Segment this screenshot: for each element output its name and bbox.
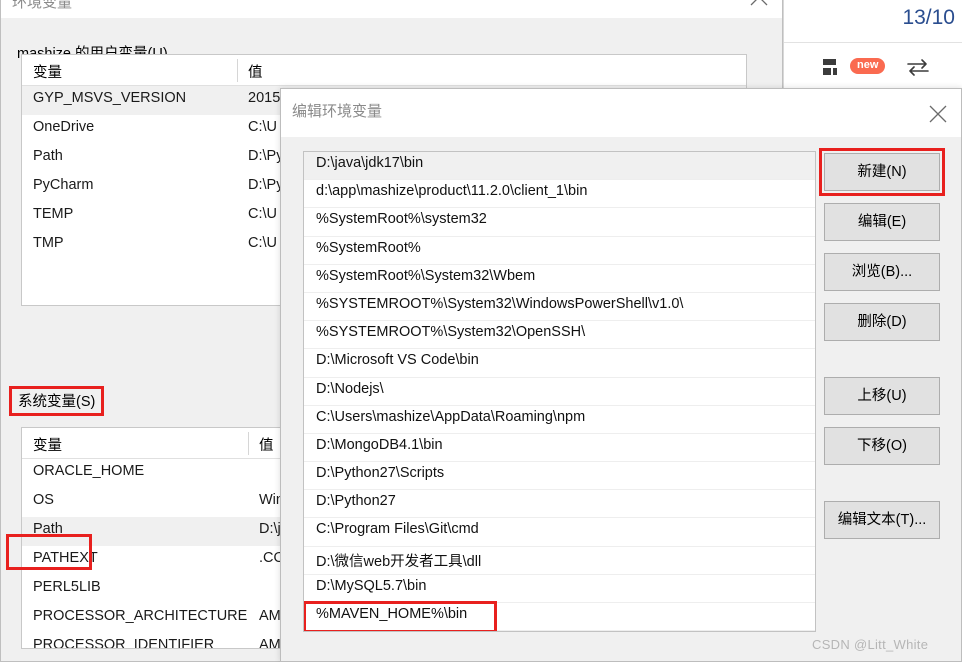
path-entry-text: %SystemRoot%\system32 — [316, 211, 487, 228]
edit-dialog-body: D:\java\jdk17\bin d:\app\mashize\product\… — [281, 137, 961, 661]
path-entries-list[interactable]: D:\java\jdk17\bin d:\app\mashize\product\… — [303, 151, 816, 632]
variable-name: PERL5LIB — [33, 579, 101, 595]
variable-value: D:\Py — [248, 177, 284, 193]
column-header-variable: 变量 — [33, 65, 62, 81]
screenshot-root: 13/10 new 环境变量 变量 值 GYP_MSVS_VERSION 201… — [0, 0, 962, 662]
path-entry-text: %SYSTEMROOT%\System32\OpenSSH\ — [316, 324, 586, 341]
variable-name: PROCESSOR_ARCHITECTURE — [33, 608, 248, 624]
path-entry-row[interactable]: D:\MongoDB4.1\bin — [304, 433, 815, 463]
path-entry-row[interactable]: D:\微信web开发者工具\dll — [304, 546, 815, 575]
swap-arrows-icon[interactable] — [906, 58, 930, 76]
variable-name: ORACLE_HOME — [33, 463, 145, 479]
column-header-value: 值 — [259, 438, 274, 454]
edit-text-button[interactable]: 编辑文本(T)... — [824, 501, 940, 539]
variable-name: PyCharm — [33, 177, 94, 193]
user-variables-table-header: 变量 值 — [22, 55, 746, 86]
env-dialog-titlebar: 环境变量 — [1, 0, 782, 18]
background-window: 13/10 new — [783, 0, 962, 100]
variable-name: PROCESSOR_IDENTIFIER — [33, 637, 215, 649]
env-dialog-title: 环境变量 — [12, 0, 73, 11]
path-entry-row[interactable]: %SYSTEMROOT%\System32\OpenSSH\ — [304, 321, 815, 350]
variable-value: C:\U — [248, 119, 277, 135]
path-entry-row[interactable]: %SystemRoot%\System32\Wbem — [304, 264, 815, 293]
column-header-variable: 变量 — [33, 438, 62, 454]
path-entry-text: D:\Microsoft VS Code\bin — [316, 352, 479, 369]
close-icon — [929, 105, 947, 123]
variable-name: OS — [33, 492, 54, 508]
delete-button[interactable]: 删除(D) — [824, 303, 940, 341]
path-entry-row[interactable]: D:\Nodejs\ — [304, 377, 815, 406]
edit-environment-variable-dialog: 编辑环境变量 D:\java\jdk17\bin d:\app\mashize\p… — [280, 88, 962, 662]
path-entry-text: D:\Python27 — [316, 493, 396, 510]
edit-button[interactable]: 编辑(E) — [824, 203, 940, 241]
new-badge: new — [850, 58, 886, 74]
path-entry-text: C:\Users\mashize\AppData\Roaming\npm — [316, 408, 586, 425]
page-counter: 13/10 — [902, 6, 955, 29]
path-entry-text: D:\java\jdk17\bin — [316, 155, 424, 171]
path-entry-text: D:\MongoDB4.1\bin — [316, 436, 443, 453]
edit-dialog-title: 编辑环境变量 — [292, 103, 383, 120]
variable-value: C:\U — [248, 235, 277, 251]
move-up-button[interactable]: 上移(U) — [824, 377, 940, 415]
path-entry-text: d:\app\mashize\product\11.2.0\client_1\b… — [316, 183, 588, 200]
path-entry-row[interactable]: %SystemRoot% — [304, 236, 815, 265]
browse-button[interactable]: 浏览(B)... — [824, 253, 940, 291]
edit-dialog-close-button[interactable] — [915, 89, 961, 133]
watermark: CSDN @Litt_White — [812, 637, 929, 652]
path-entry-row[interactable]: d:\app\mashize\product\11.2.0\client_1\b… — [304, 180, 815, 209]
variable-name: TEMP — [33, 206, 74, 222]
path-entry-row[interactable]: D:\Python27\Scripts — [304, 462, 815, 491]
variable-name: PATHEXT — [33, 550, 98, 566]
path-entry-row[interactable]: C:\Program Files\Git\cmd — [304, 518, 815, 547]
path-entry-row[interactable]: D:\Microsoft VS Code\bin — [304, 349, 815, 378]
path-entry-row[interactable]: C:\Users\mashize\AppData\Roaming\npm — [304, 405, 815, 434]
background-window-header: 13/10 — [784, 0, 962, 43]
variable-name: Path — [33, 521, 63, 537]
path-entry-text: D:\MySQL5.7\bin — [316, 577, 427, 594]
variable-name: Path — [33, 148, 63, 164]
variable-name: GYP_MSVS_VERSION — [33, 90, 187, 106]
path-entry-row[interactable]: %SYSTEMROOT%\System32\WindowsPowerShell\… — [304, 292, 815, 322]
path-entry-row[interactable]: %MAVEN_HOME%\bin — [304, 601, 815, 631]
column-header-value: 值 — [248, 65, 263, 81]
variable-name: TMP — [33, 235, 64, 251]
variable-name: OneDrive — [33, 119, 95, 135]
path-entry-text: C:\Program Files\Git\cmd — [316, 521, 479, 538]
path-entry-row[interactable] — [304, 631, 815, 632]
background-window-toolbar: new — [784, 44, 962, 90]
column-divider — [237, 59, 238, 82]
move-down-button[interactable]: 下移(O) — [824, 427, 940, 465]
path-entry-row[interactable]: D:\java\jdk17\bin — [304, 152, 815, 181]
path-entry-text: D:\Python27\Scripts — [316, 465, 445, 482]
column-divider — [248, 432, 249, 455]
layout-panels-icon[interactable] — [823, 58, 845, 76]
path-entry-row[interactable]: D:\MySQL5.7\bin — [304, 574, 815, 603]
system-variables-group-label: 系统变量(S) — [9, 386, 105, 416]
variable-value: C:\U — [248, 206, 277, 222]
path-entry-text: D:\微信web开发者工具\dll — [316, 553, 482, 570]
path-entry-text: D:\Nodejs\ — [316, 380, 384, 397]
edit-dialog-titlebar: 编辑环境变量 — [281, 89, 961, 137]
variable-value: 2015 — [248, 90, 281, 106]
path-entry-row[interactable]: D:\Python27 — [304, 490, 815, 519]
path-entry-row[interactable]: %SystemRoot%\system32 — [304, 208, 815, 237]
new-button[interactable]: 新建(N) — [824, 153, 940, 191]
close-icon — [750, 0, 768, 6]
env-dialog-close-button[interactable] — [736, 0, 782, 14]
path-entry-text: %SYSTEMROOT%\System32\WindowsPowerShell\… — [316, 295, 684, 312]
path-entry-text: %SystemRoot%\System32\Wbem — [316, 267, 536, 284]
path-entry-text: %MAVEN_HOME%\bin — [316, 606, 468, 622]
path-entry-text: %SystemRoot% — [316, 239, 421, 256]
variable-value: D:\Py — [248, 148, 284, 164]
